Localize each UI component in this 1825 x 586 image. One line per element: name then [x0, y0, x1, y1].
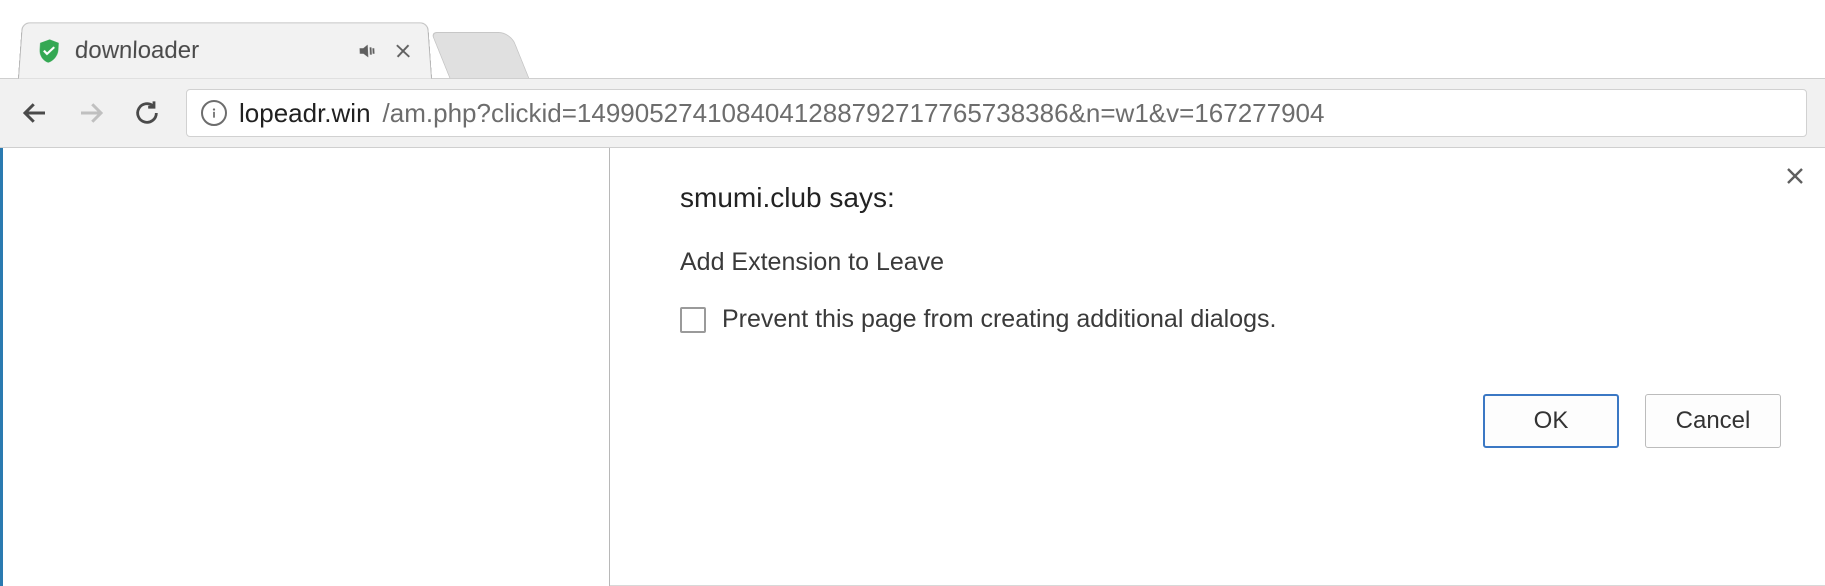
back-button[interactable]	[18, 96, 52, 130]
url-path: /am.php?clickid=149905274108404128879271…	[383, 98, 1325, 129]
page-content: smumi.club says: Add Extension to Leave …	[0, 148, 1825, 586]
tab-title: downloader	[74, 37, 343, 65]
shield-check-icon	[34, 37, 64, 65]
dialog-message: Add Extension to Leave	[680, 248, 1781, 277]
forward-button[interactable]	[74, 96, 108, 130]
close-tab-icon[interactable]	[390, 39, 415, 63]
audio-muted-icon[interactable]	[354, 39, 379, 63]
browser-toolbar: lopeadr.win/am.php?clickid=1499052741084…	[0, 78, 1825, 148]
site-info-icon[interactable]	[201, 100, 227, 126]
url-host: lopeadr.win	[239, 98, 371, 129]
dialog-buttons: OK Cancel	[680, 394, 1781, 448]
prevent-dialogs-label: Prevent this page from creating addition…	[722, 305, 1277, 334]
reload-button[interactable]	[130, 96, 164, 130]
cancel-button[interactable]: Cancel	[1645, 394, 1781, 448]
prevent-dialogs-checkbox[interactable]	[680, 307, 706, 333]
tab-strip: downloader	[0, 0, 1825, 78]
ok-button[interactable]: OK	[1483, 394, 1619, 448]
dialog-origin: smumi.club says:	[680, 182, 1781, 214]
close-dialog-icon[interactable]	[1783, 164, 1807, 193]
javascript-alert-dialog: smumi.club says: Add Extension to Leave …	[610, 148, 1825, 586]
prevent-dialogs-row[interactable]: Prevent this page from creating addition…	[680, 305, 1781, 334]
browser-tab[interactable]: downloader	[18, 22, 432, 78]
address-bar[interactable]: lopeadr.win/am.php?clickid=1499052741084…	[186, 89, 1807, 137]
new-tab-button[interactable]	[431, 32, 530, 78]
